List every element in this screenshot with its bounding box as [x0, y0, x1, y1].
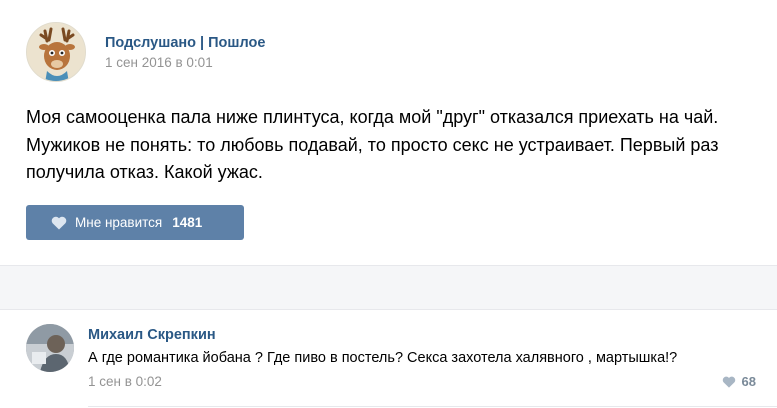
comment-author[interactable]: Михаил Скрепкин: [88, 327, 216, 343]
section-separator: [0, 265, 777, 310]
post-text: Моя самооценка пала ниже плинтуса, когда…: [26, 107, 719, 182]
post-author[interactable]: Подслушано | Пошлое: [105, 35, 265, 51]
comment-like-button[interactable]: 68: [722, 374, 756, 389]
divider: [88, 406, 777, 407]
community-avatar[interactable]: [26, 22, 86, 82]
deer-avatar-icon: [27, 23, 85, 81]
commenter-avatar[interactable]: [26, 324, 74, 372]
comment-text: А где романтика йобана ? Где пиво в пост…: [88, 350, 678, 366]
like-label: Мне нравится: [75, 215, 163, 230]
like-button[interactable]: Мне нравится 1481: [26, 205, 244, 240]
post: Подслушано | Пошлое 1 сен 2016 в 0:01 Мо…: [0, 0, 777, 265]
comment-date[interactable]: 1 сен в 0:02: [88, 374, 162, 389]
heart-icon: [722, 376, 736, 388]
heart-icon: [51, 216, 67, 230]
comment-like-count: 68: [741, 374, 756, 389]
person-photo-icon: [26, 324, 74, 372]
like-count: 1481: [172, 215, 203, 230]
comment: Михаил Скрепкин А где романтика йобана ?…: [0, 310, 777, 408]
post-date[interactable]: 1 сен 2016 в 0:01: [105, 55, 213, 70]
